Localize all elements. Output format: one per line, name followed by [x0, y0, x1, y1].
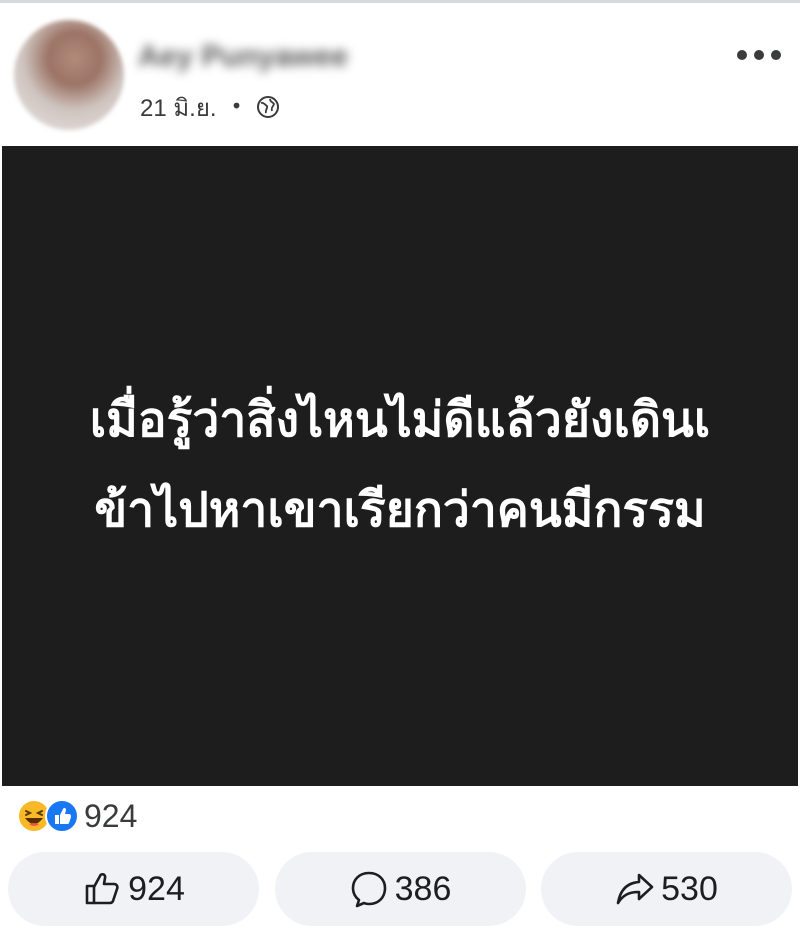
author-name[interactable]: Aey Punyawee — [138, 40, 348, 80]
like-button[interactable]: 924 — [8, 852, 259, 926]
post-date[interactable]: 21 มิ.ย. — [140, 88, 217, 127]
top-divider — [0, 0, 800, 3]
author-avatar[interactable] — [14, 20, 124, 130]
meta-separator: • — [230, 94, 243, 118]
comment-count: 386 — [394, 869, 452, 908]
post-image-text-line-2: ข้าไปหาเขาเรียกว่าคนมีกรรม — [94, 484, 706, 537]
comment-bubble-icon — [351, 871, 386, 908]
more-options-icon[interactable] — [734, 40, 784, 70]
post-meta: 21 มิ.ย. • — [140, 92, 280, 122]
post-actions: 924 386 530 — [8, 852, 792, 926]
like-icon — [45, 799, 79, 833]
post-image[interactable]: เมื่อรู้ว่าสิ่งไหนไม่ดีแล้วยังเดินเ ข้าไ… — [2, 146, 798, 786]
comment-button[interactable]: 386 — [274, 852, 526, 926]
post-image-text: เมื่อรู้ว่าสิ่งไหนไม่ดีแล้วยังเดินเ ข้าไ… — [20, 376, 780, 556]
reactions-count: 924 — [84, 797, 138, 834]
globe-icon[interactable] — [256, 95, 280, 119]
like-count: 924 — [128, 869, 185, 908]
share-arrow-icon — [616, 873, 654, 905]
reactions-summary[interactable]: 924 — [16, 796, 137, 836]
share-count: 530 — [661, 869, 718, 908]
post-image-text-line-1: เมื่อรู้ว่าสิ่งไหนไม่ดีแล้วยังเดินเ — [89, 394, 711, 447]
thumbs-up-icon — [85, 872, 119, 905]
share-button[interactable]: 530 — [541, 852, 792, 926]
